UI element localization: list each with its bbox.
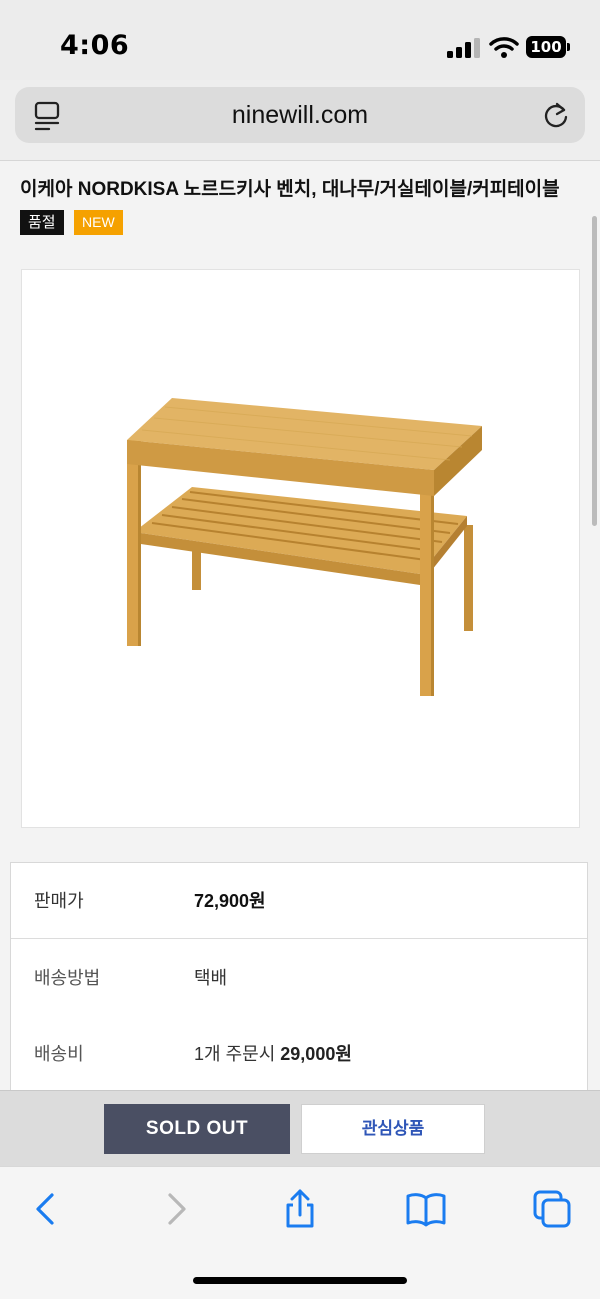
tabs-icon[interactable] (532, 1189, 572, 1229)
status-bar: 4:06 100 (0, 0, 600, 80)
signal-icon (447, 38, 480, 58)
bookmarks-icon[interactable] (406, 1189, 446, 1229)
share-icon[interactable] (280, 1189, 320, 1229)
sold-out-badge: 품절 (20, 210, 64, 235)
sold-out-button[interactable]: SOLD OUT (104, 1104, 290, 1154)
product-image[interactable] (21, 269, 580, 828)
price-label: 판매가 (34, 891, 84, 911)
product-info-table: 판매가 72,900원 배송방법 택배 배송비 1개 주문시 29,000원 (10, 862, 588, 1090)
shipping-fee-value: 1개 주문시 29,000원 (194, 1016, 352, 1090)
shipping-fee-amount: 29,000원 (280, 1044, 352, 1064)
battery-tip (567, 43, 570, 51)
shipping-fee-prefix: 1개 주문시 (194, 1044, 276, 1064)
scroll-indicator (592, 216, 597, 526)
browser-toolbar (0, 1166, 600, 1299)
new-badge: NEW (74, 210, 123, 235)
wifi-icon (489, 37, 519, 58)
back-icon[interactable] (26, 1189, 66, 1229)
divider (0, 160, 600, 161)
page-content: 이케아 NORDKISA 노르드키사 벤치, 대나무/거실테이블/커피테이블 품… (0, 160, 600, 1090)
address-bar[interactable]: ninewill.com (15, 87, 585, 143)
battery-level: 100 (526, 36, 566, 58)
product-title: 이케아 NORDKISA 노르드키사 벤치, 대나무/거실테이블/커피테이블 (20, 179, 560, 200)
shipping-method-label: 배송방법 (34, 968, 101, 988)
battery-icon: 100 (526, 36, 570, 58)
price-value: 72,900원 (194, 891, 266, 911)
shipping-method-row: 배송방법 택배 (11, 940, 587, 1016)
shipping-fee-label: 배송비 (34, 1044, 84, 1064)
wishlist-button[interactable]: 관심상품 (301, 1104, 485, 1154)
home-indicator (193, 1277, 407, 1284)
shipping-method-value: 택배 (194, 968, 228, 988)
reload-icon[interactable] (542, 101, 570, 129)
status-time: 4:06 (60, 30, 130, 61)
url-text[interactable]: ninewill.com (15, 87, 585, 143)
action-bar: SOLD OUT 관심상품 (0, 1090, 600, 1166)
price-row: 판매가 72,900원 (11, 863, 587, 939)
bamboo-bench-image (127, 398, 482, 696)
forward-icon[interactable] (156, 1189, 196, 1229)
shipping-fee-row: 배송비 1개 주문시 29,000원 (11, 1016, 587, 1090)
